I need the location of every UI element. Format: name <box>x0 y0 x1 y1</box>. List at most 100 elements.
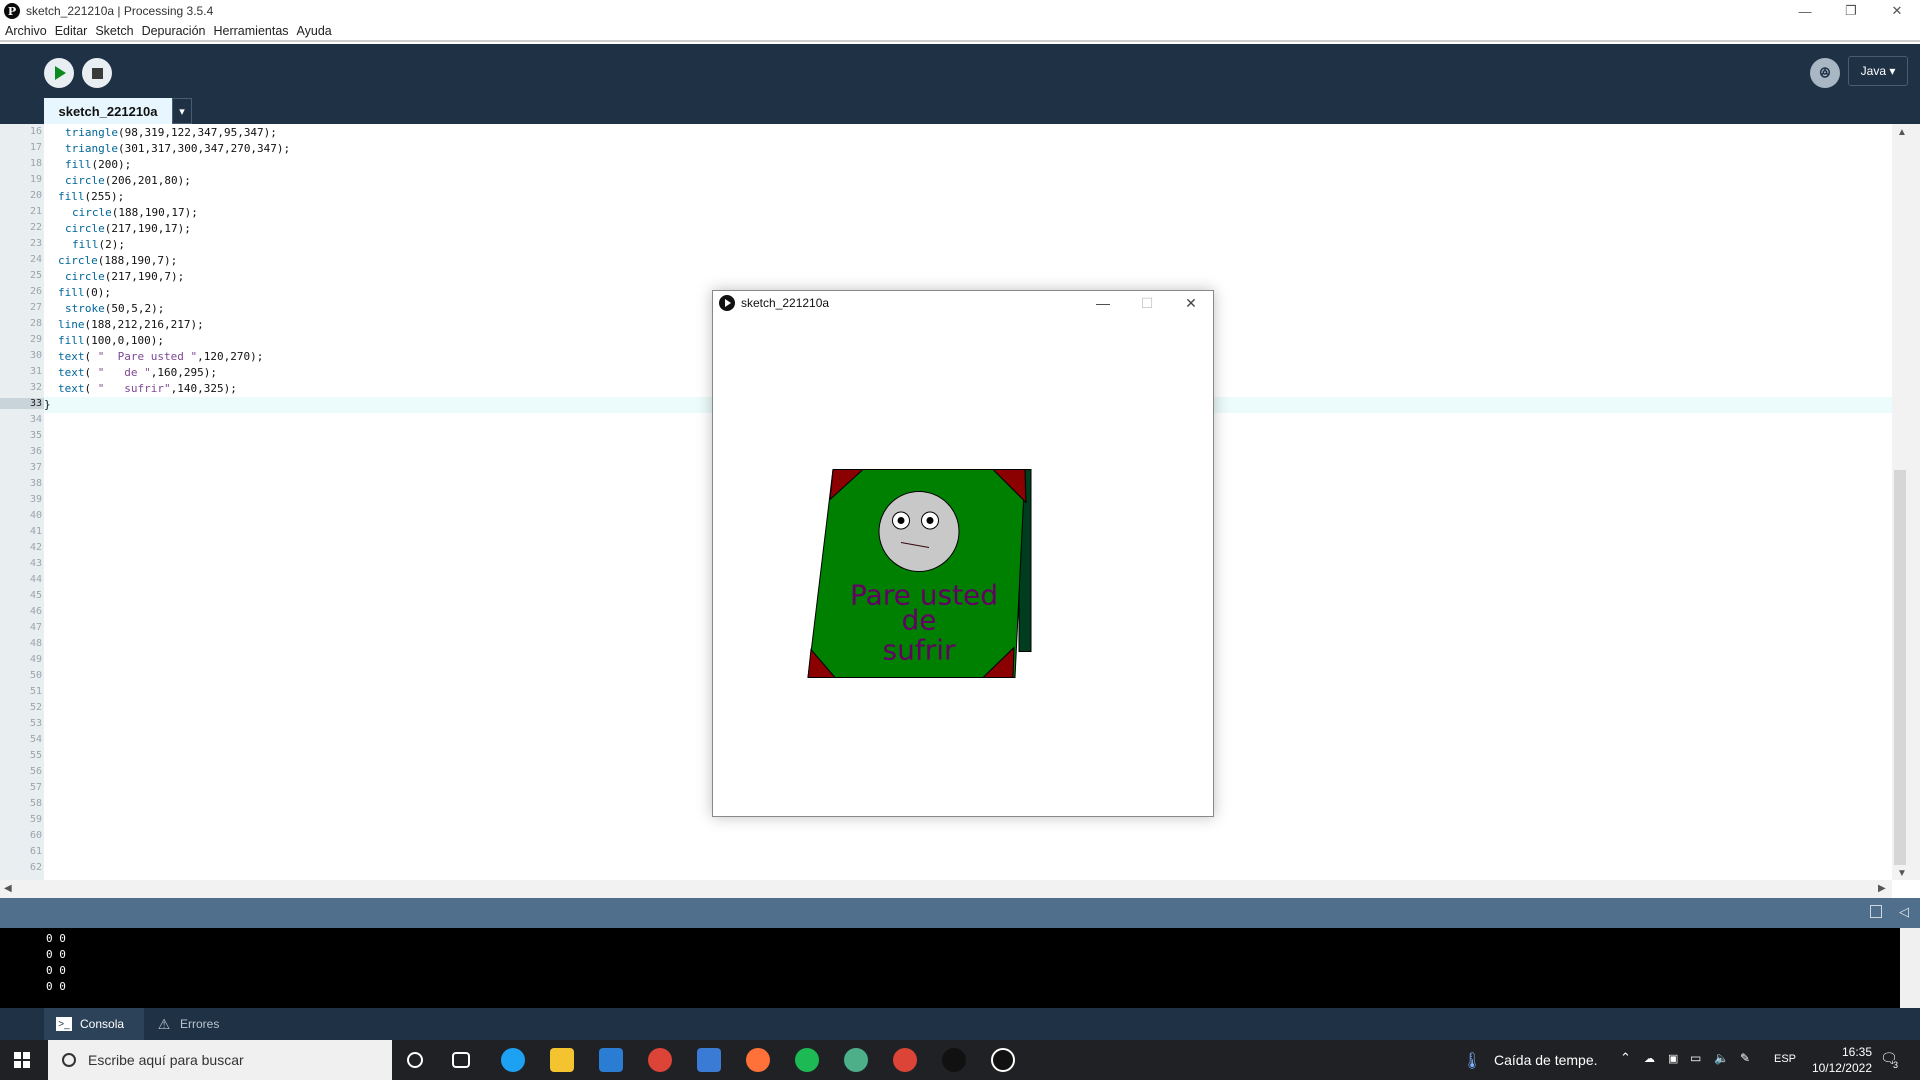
scroll-left-icon[interactable]: ◀ <box>4 883 12 894</box>
line-number: 45 <box>29 590 42 601</box>
line-number: 46 <box>29 606 42 617</box>
code-token: (217,190,7); <box>104 270 185 283</box>
stop-button[interactable] <box>82 58 112 88</box>
line-number: 19 <box>29 174 42 185</box>
restore-button[interactable]: ❐ <box>1828 0 1874 22</box>
editor-horizontal-scrollbar[interactable]: ◀ ▶ <box>0 880 1892 898</box>
play-icon <box>55 66 66 80</box>
code-line: circle(206,201,80); <box>65 174 191 187</box>
close-button[interactable]: ✕ <box>1874 0 1920 22</box>
code-line: fill(255); <box>58 190 124 203</box>
code-token: ,140,325); <box>170 382 237 395</box>
web-icon[interactable] <box>844 1048 868 1072</box>
left-pupil <box>897 517 905 524</box>
debugger-icon: ꔮ <box>1819 64 1831 82</box>
menu-ayuda[interactable]: Ayuda <box>297 24 332 38</box>
sketch-close-button[interactable]: ✕ <box>1169 291 1213 315</box>
pen-icon[interactable]: ✎ <box>1740 1051 1750 1065</box>
sketch-minimize-button[interactable]: — <box>1081 291 1125 315</box>
console-output: 0 0 0 0 0 0 0 0 <box>0 928 1900 1008</box>
menu-herramientas[interactable]: Herramientas <box>214 24 289 38</box>
volume-icon[interactable]: 🔈 <box>1714 1051 1729 1065</box>
tab-console[interactable]: >_ Consola <box>44 1008 144 1040</box>
minimize-button[interactable]: — <box>1782 0 1828 22</box>
code-line: fill(100,0,100); <box>58 334 164 347</box>
explorer-icon[interactable] <box>550 1048 574 1072</box>
line-number: 24 <box>29 254 42 265</box>
debug-button[interactable]: ꔮ <box>1810 58 1840 88</box>
cortana-icon[interactable] <box>407 1052 423 1068</box>
sketch-run-icon[interactable] <box>991 1048 1015 1072</box>
console-line: 0 0 <box>46 932 66 945</box>
line-number: 59 <box>29 814 42 825</box>
code-line: fill(200); <box>65 158 131 171</box>
store-icon[interactable] <box>697 1048 721 1072</box>
line-number: 31 <box>29 366 42 377</box>
tab-menu-button[interactable]: ▾ <box>172 98 192 124</box>
code-token: text <box>58 366 85 379</box>
menu-editar[interactable]: Editar <box>55 24 88 38</box>
chevron-up-icon[interactable]: ⌃ <box>1620 1050 1631 1066</box>
processing-icon[interactable] <box>942 1048 966 1072</box>
run-button[interactable] <box>44 58 74 88</box>
line-number: 48 <box>29 638 42 649</box>
firefox-icon[interactable] <box>746 1048 770 1072</box>
chrome-icon[interactable] <box>893 1048 917 1072</box>
line-number: 26 <box>29 286 42 297</box>
code-token: circle <box>65 174 105 187</box>
code-token: (301,317,300,347,270,347); <box>117 142 291 155</box>
tab-sketch[interactable]: sketch_221210a <box>44 98 172 124</box>
windows-start-icon[interactable] <box>14 1052 30 1068</box>
tab-errors[interactable]: ⚠ Errores <box>156 1008 220 1040</box>
sketch-title-bar: sketch_221210a — ☐ ✕ <box>713 291 1213 315</box>
console-divider[interactable]: ◁ <box>0 898 1920 928</box>
line-number: 18 <box>29 158 42 169</box>
meet-icon[interactable]: ▣ <box>1668 1052 1678 1065</box>
console-scrollbar[interactable] <box>1900 928 1920 1008</box>
chrome-icon[interactable] <box>648 1048 672 1072</box>
code-token: " sufrir" <box>97 382 171 395</box>
code-token: circle <box>72 206 112 219</box>
network-icon[interactable]: ▭ <box>1690 1051 1701 1065</box>
face-circle <box>878 491 960 572</box>
menu-depuracion[interactable]: Depuración <box>142 24 206 38</box>
onedrive-icon[interactable]: ☁ <box>1644 1052 1655 1065</box>
code-token: (217,190,17); <box>104 222 191 235</box>
collapse-console-icon[interactable]: ◁ <box>1899 904 1909 920</box>
code-line: stroke(50,5,2); <box>65 302 164 315</box>
sketch-maximize-button[interactable]: ☐ <box>1125 291 1169 315</box>
mode-selector[interactable]: Java ▾ <box>1848 56 1908 86</box>
code-token: ( <box>84 350 98 363</box>
menu-sketch[interactable]: Sketch <box>95 24 133 38</box>
line-number: 49 <box>29 654 42 665</box>
code-token: } <box>44 398 51 411</box>
code-token: circle <box>65 270 105 283</box>
edge-icon[interactable] <box>501 1048 525 1072</box>
line-number-gutter: 16 17 18 19 20 21 22 23 24 25 26 27 28 29 30 31 32 33 34 35… <box>0 124 44 880</box>
line-number: 38 <box>29 478 42 489</box>
clock[interactable]: 16:35 10/12/2022 <box>1812 1044 1872 1076</box>
scroll-up-icon[interactable]: ▲ <box>1897 127 1907 138</box>
code-token: (188,190,7); <box>97 254 178 267</box>
line-number: 30 <box>29 350 42 361</box>
taskbar-search-box[interactable]: Escribe aquí para buscar <box>48 1040 392 1080</box>
taskbar: Escribe aquí para buscar 🌡 Caída de temp… <box>0 1040 1920 1080</box>
stop-icon <box>91 67 103 79</box>
sketch-output-window[interactable]: sketch_221210a — ☐ ✕ Pare usted de sufri… <box>712 290 1214 817</box>
code-line: text( " de ",160,295); <box>58 366 217 379</box>
task-view-icon[interactable] <box>452 1052 470 1068</box>
copy-console-icon[interactable] <box>1870 905 1882 918</box>
sketch-window-title: sketch_221210a <box>741 296 830 310</box>
mail-icon[interactable] <box>599 1048 623 1072</box>
weather-text[interactable]: Caída de tempe. <box>1494 1052 1598 1068</box>
line-number: 17 <box>29 142 42 153</box>
code-token: ( <box>84 382 98 395</box>
scroll-down-icon[interactable]: ▼ <box>1897 868 1907 879</box>
spotify-icon[interactable] <box>795 1048 819 1072</box>
search-icon <box>62 1053 76 1067</box>
line-number: 62 <box>29 862 42 873</box>
editor-scroll-thumb[interactable] <box>1894 470 1906 865</box>
scroll-right-icon[interactable]: ▶ <box>1878 883 1886 894</box>
language-indicator[interactable]: ESP <box>1774 1053 1796 1065</box>
menu-archivo[interactable]: Archivo <box>5 24 47 38</box>
